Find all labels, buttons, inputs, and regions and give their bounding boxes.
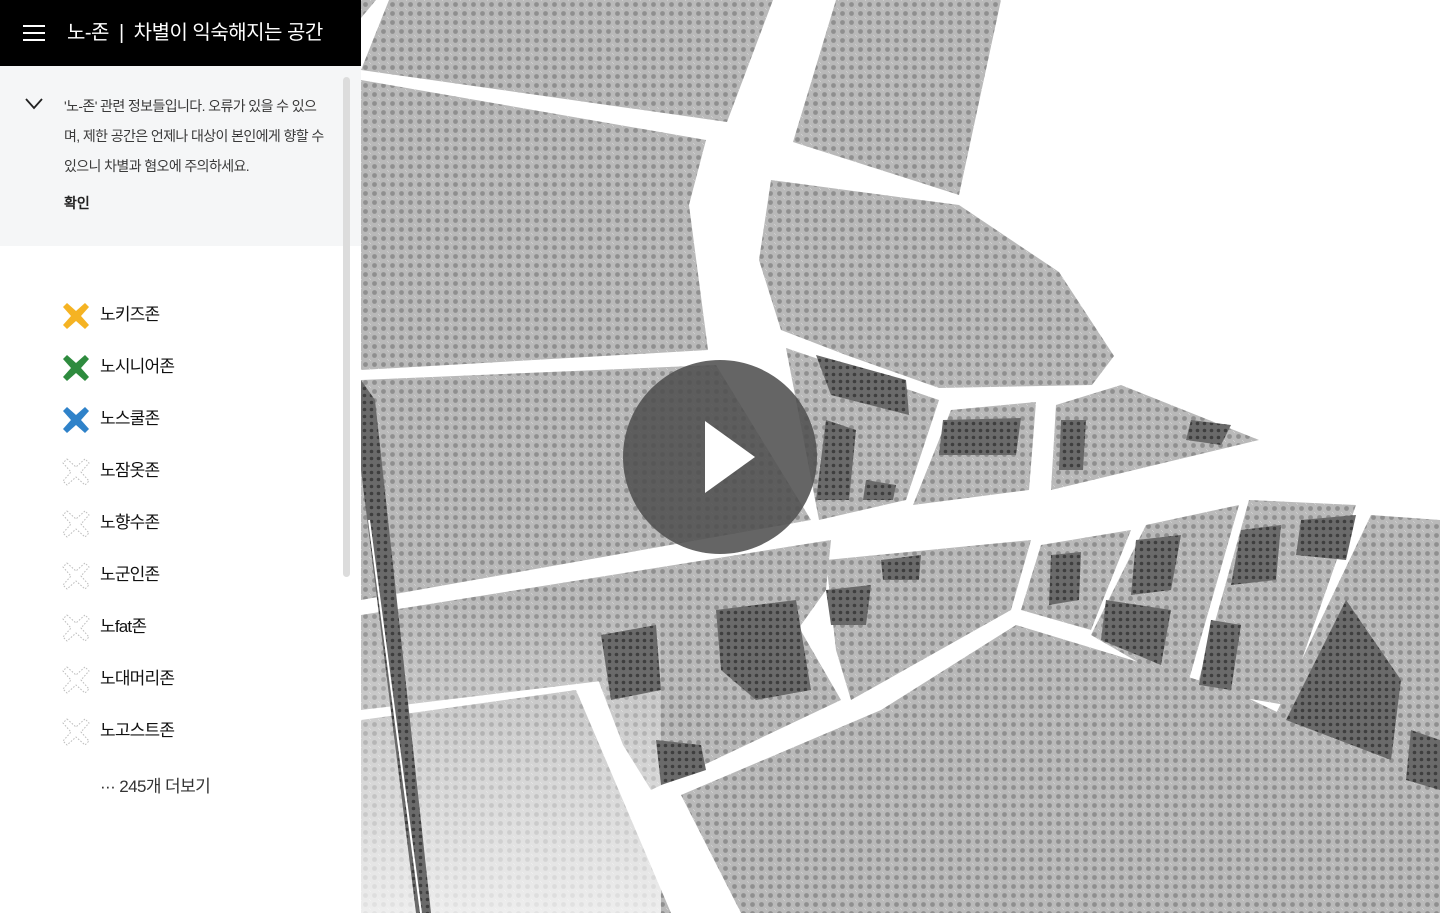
zone-item[interactable]: 노키즈존 (0, 288, 340, 340)
zone-item[interactable]: 노대머리존 (0, 652, 340, 704)
notice-text: '노-존' 관련 정보들입니다. 오류가 있을 수 있으며, 제한 공간은 언제… (64, 98, 324, 174)
zone-item[interactable]: 노시니어존 (0, 340, 340, 392)
zone-label: 노군인존 (100, 565, 160, 584)
zone-label: 노향수존 (100, 513, 160, 532)
zone-label: 노고스트존 (100, 721, 175, 740)
x-marker-icon (62, 614, 90, 642)
title-main: 노-존 (67, 22, 109, 44)
x-marker-icon (62, 458, 90, 486)
zone-item[interactable]: 노군인존 (0, 548, 340, 600)
sidebar: 노-존 | 차별이 익숙해지는 공간 '노-존' 관련 정보들입니다. 오류가 있을… (0, 0, 361, 913)
zone-label: 노스쿨존 (100, 409, 160, 428)
title-separator: | (118, 22, 124, 44)
zone-item[interactable]: 노잠옷존 (0, 444, 340, 496)
x-marker-icon (62, 510, 90, 538)
zone-item[interactable]: 노스쿨존 (0, 392, 340, 444)
title-subtitle: 차별이 익숙해지는 공간 (133, 22, 324, 44)
x-marker-icon (63, 407, 89, 433)
play-button[interactable] (623, 360, 817, 554)
x-marker-icon (62, 562, 90, 590)
app-header: 노-존 | 차별이 익숙해지는 공간 (0, 0, 361, 66)
play-icon (705, 421, 755, 493)
show-more-button[interactable]: ··· 245개 더보기 (100, 775, 211, 799)
zone-label: 노시니어존 (100, 357, 175, 376)
zone-item[interactable]: 노고스트존 (0, 704, 340, 756)
app-root: 노-존 | 차별이 익숙해지는 공간 '노-존' 관련 정보들입니다. 오류가 있을… (0, 0, 1440, 913)
sidebar-scrollbar[interactable] (343, 77, 350, 577)
chevron-down-icon[interactable] (25, 98, 43, 110)
map-view[interactable] (361, 0, 1440, 913)
map-canvas[interactable] (361, 0, 1440, 913)
x-marker-icon (63, 355, 89, 381)
zone-item[interactable]: 노fat존 (0, 600, 340, 652)
x-marker-icon (63, 303, 89, 329)
zone-label: 노키즈존 (100, 305, 160, 324)
x-marker-icon (62, 666, 90, 694)
zone-label: 노잠옷존 (100, 461, 160, 480)
hamburger-menu-icon[interactable] (23, 24, 45, 42)
zone-label: 노대머리존 (100, 669, 175, 688)
zone-list: 노키즈존노시니어존노스쿨존노잠옷존노향수존노군인존노fat존노대머리존노고스트존 (0, 288, 340, 756)
zone-label: 노fat존 (100, 617, 147, 636)
x-marker-icon (62, 718, 90, 746)
zone-item[interactable]: 노향수존 (0, 496, 340, 548)
confirm-button[interactable]: 확인 (64, 193, 90, 213)
app-title: 노-존 | 차별이 익숙해지는 공간 (67, 19, 323, 47)
